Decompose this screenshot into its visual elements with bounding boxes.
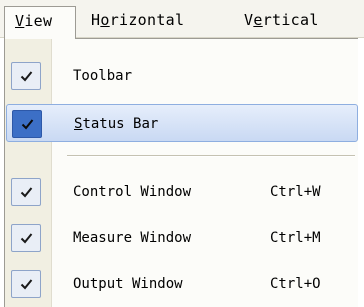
menu-view-mnemonic: V xyxy=(15,12,25,30)
checkmark-icon xyxy=(11,270,41,298)
menu-item-shortcut: Ctrl+O xyxy=(270,276,321,292)
app-window: View Horizontal Vertical Toolbar Status … xyxy=(0,0,364,307)
menu-item-status-bar[interactable]: Status Bar xyxy=(6,104,358,142)
menu-item-label: Toolbar xyxy=(73,68,133,84)
menu-item-toolbar[interactable]: Toolbar xyxy=(6,57,358,95)
menu-vertical-mnemonic: e xyxy=(253,11,263,29)
menu-item-label: Measure Window xyxy=(73,230,192,246)
view-dropdown-menu: Toolbar Status Bar Control Window Ctrl+W… xyxy=(4,38,358,307)
menu-item-label-post: tatus Bar xyxy=(82,116,159,132)
menu-item-output-window[interactable]: Output Window Ctrl+O xyxy=(6,265,358,303)
menu-horizontal-label-pre: H xyxy=(91,11,101,29)
menu-item-measure-window[interactable]: Measure Window Ctrl+M xyxy=(6,219,358,257)
menu-item-control-window[interactable]: Control Window Ctrl+W xyxy=(6,173,358,211)
menu-horizontal[interactable]: Horizontal xyxy=(91,6,184,34)
menu-horizontal-label-post: rizontal xyxy=(109,11,185,29)
menu-item-shortcut: Ctrl+W xyxy=(270,184,321,200)
menu-vertical-label-pre: V xyxy=(244,11,254,29)
checkmark-icon xyxy=(11,224,41,252)
menu-view-label-post: iew xyxy=(24,12,53,30)
checkmark-icon xyxy=(12,110,42,138)
menu-horizontal-mnemonic: o xyxy=(100,11,110,29)
menu-separator xyxy=(67,155,355,157)
menu-item-label: Output Window xyxy=(73,276,183,292)
menu-view[interactable]: View xyxy=(4,6,76,39)
menu-item-label: Status Bar xyxy=(74,105,158,143)
menu-vertical-label-post: rtical xyxy=(262,11,319,29)
menu-vertical[interactable]: Vertical xyxy=(244,6,319,34)
menu-item-shortcut: Ctrl+M xyxy=(270,230,321,246)
checkmark-icon xyxy=(11,178,41,206)
menu-bar: View Horizontal Vertical xyxy=(0,0,364,39)
checkmark-icon xyxy=(11,62,41,90)
menu-item-label: Control Window xyxy=(73,184,192,200)
